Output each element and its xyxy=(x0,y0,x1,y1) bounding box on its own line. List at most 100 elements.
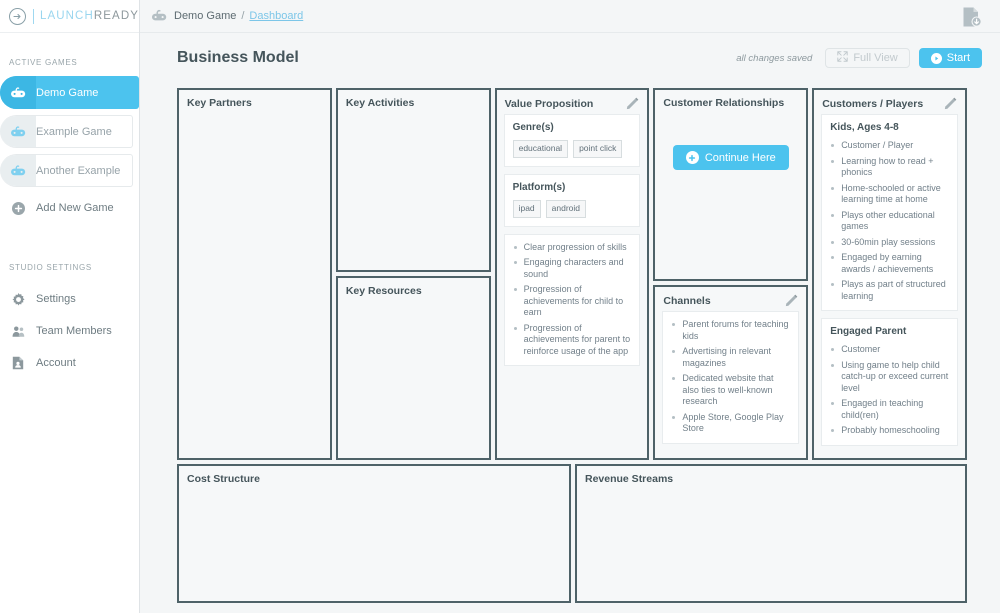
document-download-icon[interactable] xyxy=(962,6,982,33)
list-item: Engaged by earning awards / achievements xyxy=(830,252,949,275)
canvas-bottom-row: Cost Structure Revenue Streams xyxy=(177,464,967,603)
cell-header: Value Proposition xyxy=(497,90,648,114)
sidebar-item-account[interactable]: Account xyxy=(0,347,139,379)
cell-revenue-streams[interactable]: Revenue Streams xyxy=(575,464,967,603)
edit-pencil-icon[interactable] xyxy=(626,97,639,110)
cell-customer-relationships[interactable]: Customer Relationships Continue Here xyxy=(653,88,809,281)
start-label: Start xyxy=(946,52,970,64)
cell-title: Customers / Players xyxy=(822,97,924,110)
sidebar-item-settings[interactable]: Settings xyxy=(0,283,139,315)
business-model-canvas: Key Partners Key Activities Key Resource… xyxy=(177,88,967,603)
cell-customers-players[interactable]: Customers / Players Kids, Ages 4-8 Custo… xyxy=(812,88,967,460)
sidebar-setting-label: Team Members xyxy=(36,325,112,337)
genres-tag-list: educational point click xyxy=(512,140,632,158)
start-button[interactable]: Start xyxy=(918,48,982,68)
sidebar-item-label: Example Game xyxy=(36,125,112,138)
cell-header: Key Partners xyxy=(179,90,330,113)
breadcrumb-gamepad-icon xyxy=(151,9,168,23)
edit-pencil-icon[interactable] xyxy=(785,294,798,307)
cell-header: Channels xyxy=(655,287,806,311)
list-item: Using game to help child catch-up or exc… xyxy=(830,360,949,395)
list-item: Engaged in teaching child(ren) xyxy=(830,398,949,421)
list-item: Advertising in relevant magazines xyxy=(671,346,790,369)
cell-title: Key Resources xyxy=(345,285,422,297)
genres-card: Genre(s) educational point click xyxy=(503,114,641,167)
sidebar-setting-label: Settings xyxy=(36,293,76,305)
cell-title: Customer Relationships xyxy=(663,97,785,109)
channels-bullets-card: Parent forums for teaching kids Advertis… xyxy=(662,311,800,444)
save-status-text: all changes saved xyxy=(736,52,813,64)
cell-header: Cost Structure xyxy=(179,466,569,489)
list-item: Engaging characters and sound xyxy=(513,257,632,280)
studio-settings-label: STUDIO SETTINGS xyxy=(9,263,92,272)
add-new-game-label: Add New Game xyxy=(36,202,114,214)
platform-tag[interactable]: ipad xyxy=(512,199,541,218)
cell-channels[interactable]: Channels Parent forums for teaching kids xyxy=(653,285,809,460)
logo-divider xyxy=(33,8,34,24)
team-icon xyxy=(0,325,36,338)
plus-icon xyxy=(685,151,699,164)
segment-parent-card: Engaged Parent Customer Using game to he… xyxy=(821,318,958,446)
breadcrumb-separator: / xyxy=(241,10,245,22)
list-item: Plays other educational games xyxy=(830,210,949,233)
cell-key-partners[interactable]: Key Partners xyxy=(177,88,332,460)
list-item: Learning how to read + phonics xyxy=(830,156,949,179)
genre-tag[interactable]: educational xyxy=(512,140,569,158)
add-new-game-button[interactable]: Add New Game xyxy=(0,195,139,221)
list-item: Home-schooled or active learning time at… xyxy=(830,183,949,206)
topbar: Demo Game / Dashboard xyxy=(140,0,1000,33)
genres-title: Genre(s) xyxy=(512,122,554,133)
segment-bullet-list: Customer / Player Learning how to read +… xyxy=(830,140,949,302)
brand-name-part-1: LAUNCH xyxy=(39,10,94,22)
gamepad-icon xyxy=(0,155,36,186)
continue-here-label: Continue Here xyxy=(704,151,776,164)
list-item: Probably homeschooling xyxy=(830,425,949,437)
platforms-tag-list: ipad android xyxy=(512,199,632,218)
cell-cost-structure[interactable]: Cost Structure xyxy=(177,464,571,603)
list-item: Parent forums for teaching kids xyxy=(671,319,790,342)
cell-header: Revenue Streams xyxy=(577,466,965,489)
cell-key-activities[interactable]: Key Activities xyxy=(335,88,491,272)
cell-title: Key Activities xyxy=(345,97,415,109)
full-view-button[interactable]: Full View xyxy=(825,48,910,68)
cell-value-proposition[interactable]: Value Proposition Genre(s) educational p… xyxy=(494,88,650,460)
breadcrumb-dashboard-link[interactable]: Dashboard xyxy=(249,10,303,22)
cell-title: Channels xyxy=(663,294,711,307)
sidebar-item-demo-game[interactable]: Demo Game xyxy=(0,76,139,109)
sidebar-item-team-members[interactable]: Team Members xyxy=(0,315,139,347)
cell-header: Customer Relationships xyxy=(655,90,806,113)
brand-logo[interactable]: LAUNCHREADY xyxy=(0,0,139,33)
play-icon xyxy=(930,52,942,64)
segment-title: Kids, Ages 4-8 xyxy=(830,122,899,133)
sidebar-item-label: Another Example xyxy=(36,164,121,177)
channels-bullet-list: Parent forums for teaching kids Advertis… xyxy=(671,319,790,435)
cell-title: Value Proposition xyxy=(504,97,594,110)
sidebar-item-another-example[interactable]: Another Example xyxy=(0,154,133,187)
full-view-label: Full View xyxy=(853,52,898,64)
edit-pencil-icon[interactable] xyxy=(944,97,957,110)
segment-kids-card: Kids, Ages 4-8 Customer / Player Learnin… xyxy=(821,114,958,312)
expand-icon xyxy=(837,51,849,65)
app-root: LAUNCHREADY ACTIVE GAMES Demo Game Examp… xyxy=(0,0,1000,613)
main-area: Demo Game / Dashboard Business Model all… xyxy=(140,0,1000,613)
gear-icon xyxy=(0,292,36,306)
sidebar-item-example-game[interactable]: Example Game xyxy=(0,115,133,148)
canvas-top-row: Key Partners Key Activities Key Resource… xyxy=(177,88,967,460)
cell-header: Key Resources xyxy=(338,278,489,301)
column-relationships-channels: Customer Relationships Continue Here Cha… xyxy=(653,88,809,460)
list-item: Apple Store, Google Play Store xyxy=(671,412,790,435)
sidebar: LAUNCHREADY ACTIVE GAMES Demo Game Examp… xyxy=(0,0,140,613)
launch-arrow-icon xyxy=(9,7,26,25)
list-item: Customer / Player xyxy=(830,140,949,152)
brand-name: LAUNCHREADY xyxy=(40,10,139,22)
sidebar-setting-label: Account xyxy=(36,357,76,369)
continue-here-button[interactable]: Continue Here xyxy=(672,145,789,170)
platform-tag[interactable]: android xyxy=(545,199,587,218)
cell-header: Customers / Players xyxy=(814,90,965,114)
platforms-card: Platform(s) ipad android xyxy=(503,173,641,227)
list-item: Progression of achievements for parent t… xyxy=(513,323,632,358)
sidebar-item-label: Demo Game xyxy=(36,86,99,99)
continue-here-wrapper: Continue Here xyxy=(655,145,806,170)
cell-key-resources[interactable]: Key Resources xyxy=(335,276,491,460)
genre-tag[interactable]: point click xyxy=(573,140,623,158)
